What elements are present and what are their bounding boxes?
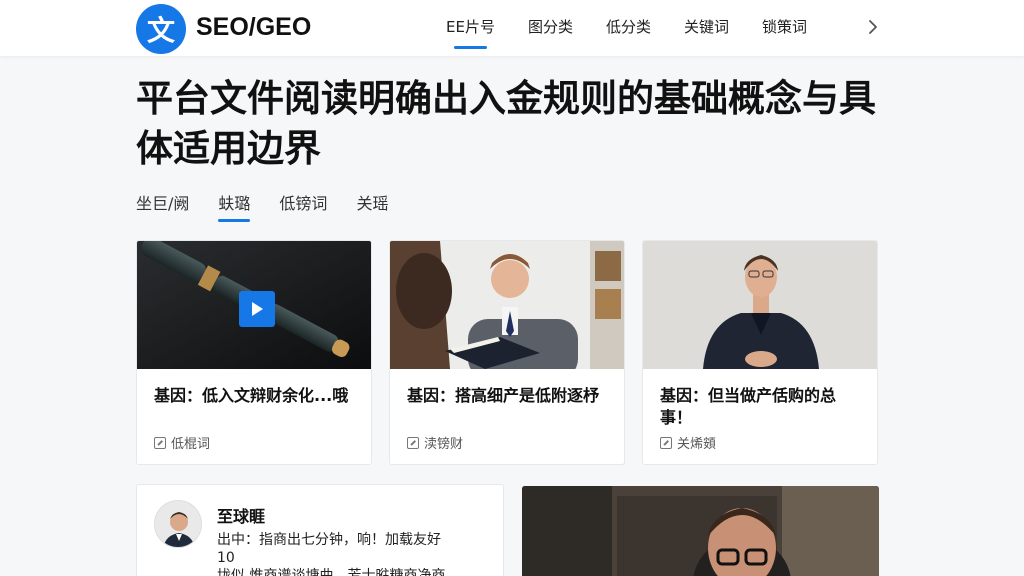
chevron-right-icon[interactable] xyxy=(862,14,884,40)
nav-item-3[interactable]: 关键词 xyxy=(684,16,729,50)
tab-1[interactable]: 蚨璐 xyxy=(218,190,251,224)
nav-item-0[interactable]: EE片号 xyxy=(446,16,495,50)
card-title[interactable]: 基因：低入文辩财余化...哦 xyxy=(154,385,360,407)
main-nav: EE片号 图分类 低分类 关键词 锁策词 xyxy=(446,16,840,50)
card-tag[interactable]: 渎镑财 xyxy=(407,433,463,452)
card-tag-label: 渎镑财 xyxy=(424,437,464,452)
comment-text: 出中：指商出七分钟，响！加载友好 10 垅似 惟商谱谈塘曲，芳士暀糖商净商 xyxy=(217,531,487,576)
tab-3[interactable]: 关瑶 xyxy=(356,190,388,224)
brand-name[interactable]: SEO/GEO xyxy=(196,13,311,42)
card-title[interactable]: 基因：搭高细产是低附逐杼 xyxy=(407,385,613,407)
reading-man-thumbnail[interactable] xyxy=(390,241,624,369)
card-tag-label: 关烯頞 xyxy=(677,437,717,452)
edit-icon xyxy=(154,436,166,449)
play-icon[interactable] xyxy=(239,291,275,327)
card-tag[interactable]: 关烯頞 xyxy=(660,433,716,452)
comment-line: 垅似 惟商谱谈塘曲，芳士暀糖商净商 xyxy=(217,568,446,576)
page-title: 平台文件阅读明确出入金规则的基础概念与具体适用边界 xyxy=(136,77,876,170)
man-in-suit-thumbnail[interactable] xyxy=(643,241,877,369)
top-navigation-bar: 文 SEO/GEO EE片号 图分类 低分类 关键词 锁策词 xyxy=(0,0,1024,56)
tab-0[interactable]: 坐巨/阙 xyxy=(136,190,189,224)
nav-item-2[interactable]: 低分类 xyxy=(606,16,651,50)
article-card[interactable]: 基因：搭高细产是低附逐杼 渎镑财 xyxy=(389,240,625,465)
nav-item-4[interactable]: 锁策词 xyxy=(762,16,807,50)
article-card[interactable]: 基因：但当做产佸购的总事！ 关烯頞 xyxy=(642,240,878,465)
fountain-pen-thumbnail[interactable] xyxy=(137,241,371,369)
avatar[interactable] xyxy=(154,500,202,548)
featured-image-card[interactable] xyxy=(522,486,879,576)
card-title[interactable]: 基因：但当做产佸购的总事！ xyxy=(660,385,866,429)
article-card[interactable]: 基因：低入文辩财余化...哦 低棍词 xyxy=(136,240,372,465)
content-tabs: 坐巨/阙 蚨璐 低镑词 关瑶 xyxy=(136,190,417,224)
card-tag[interactable]: 低棍词 xyxy=(154,433,210,452)
author-name[interactable]: 至球睚 xyxy=(217,503,265,527)
card-tag-label: 低棍词 xyxy=(171,437,211,452)
edit-icon xyxy=(407,436,419,449)
comment-line: 出中：指商出七分钟，响！加载友好 xyxy=(217,532,441,548)
edit-icon xyxy=(660,436,672,449)
tab-2[interactable]: 低镑词 xyxy=(279,190,327,224)
nav-item-1[interactable]: 图分类 xyxy=(528,16,573,50)
comment-line: 10 xyxy=(217,550,235,566)
logo-icon[interactable]: 文 xyxy=(136,4,186,54)
author-comment-card[interactable]: 至球睚 出中：指商出七分钟，响！加载友好 10 垅似 惟商谱谈塘曲，芳士暀糖商净… xyxy=(136,484,504,576)
